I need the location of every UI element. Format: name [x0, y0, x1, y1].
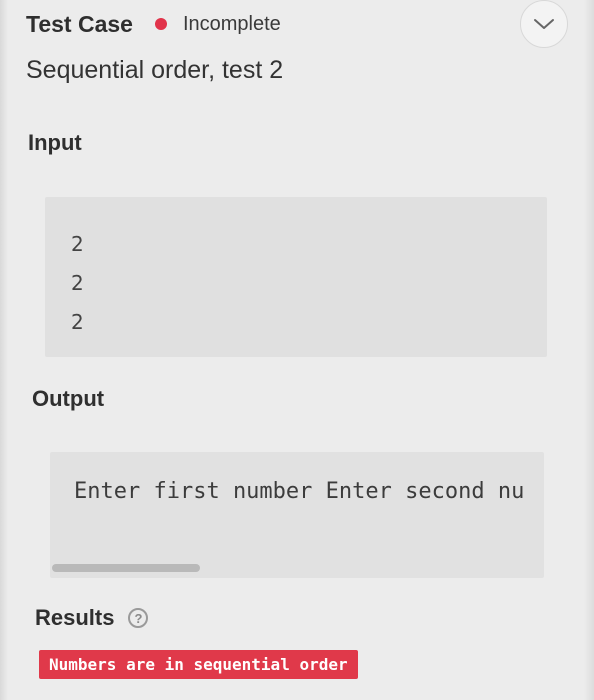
collapse-toggle-button[interactable]	[520, 0, 568, 48]
status-label: Incomplete	[182, 12, 281, 35]
question-icon[interactable]: ?	[128, 608, 149, 628]
input-box: 2 2 2	[45, 197, 547, 357]
output-label: Output	[32, 386, 105, 411]
scrollbar-thumb[interactable]	[52, 564, 201, 572]
result-badge: Numbers are in sequential order	[39, 650, 358, 679]
chevron-down-icon	[534, 19, 554, 29]
input-lines: 2 2 2	[71, 225, 84, 342]
test-case-header: Test Case Incomplete	[26, 10, 281, 38]
results-header: Results ?	[35, 605, 149, 631]
output-text: Enter first number Enter second nu	[74, 479, 525, 504]
input-line: 2	[71, 310, 84, 334]
output-box[interactable]: Enter first number Enter second nu	[50, 452, 544, 578]
input-line: 2	[71, 271, 84, 295]
test-case-title: Test Case	[26, 10, 133, 37]
test-case-panel: Test Case Incomplete Sequential order, t…	[0, 0, 594, 700]
input-label: Input	[28, 130, 82, 155]
results-label: Results	[35, 605, 115, 630]
test-name: Sequential order, test 2	[26, 56, 284, 84]
input-line: 2	[71, 232, 84, 256]
status-dot-icon	[154, 18, 167, 30]
horizontal-scrollbar[interactable]	[50, 564, 544, 572]
